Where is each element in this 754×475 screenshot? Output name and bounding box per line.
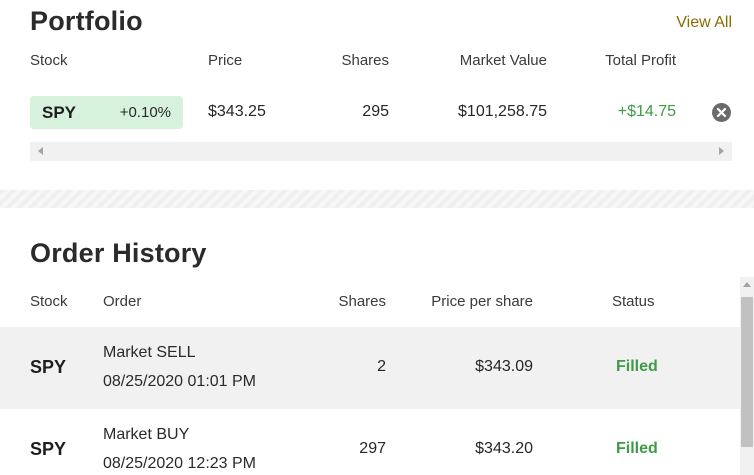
horizontal-scrollbar[interactable]: [30, 142, 732, 161]
col-header-shares: Shares: [341, 52, 389, 69]
col-header-market-value: Market Value: [459, 52, 547, 69]
order-col-header-status: Status: [612, 293, 655, 310]
scroll-up-arrow[interactable]: [743, 282, 751, 287]
order-shares: 2: [377, 358, 386, 375]
order-shares: 297: [359, 440, 386, 457]
holding-total-profit: +$14.75: [617, 103, 676, 120]
view-all-link[interactable]: View All: [676, 14, 732, 32]
order-type: Market SELL: [103, 344, 196, 361]
order-history-panel: Order History Stock Order Shares Price p…: [0, 208, 754, 475]
order-type: Market BUY: [103, 426, 190, 443]
col-header-price: Price: [208, 52, 243, 69]
status-badge: Filled: [616, 440, 658, 457]
order-symbol: SPY: [30, 439, 67, 459]
order-symbol: SPY: [30, 357, 67, 377]
order-col-header-stock: Stock: [30, 293, 68, 310]
scroll-left-arrow[interactable]: [38, 147, 43, 155]
stock-change: +0.10%: [119, 104, 171, 121]
order-datetime: 08/25/2020 01:01 PM: [103, 373, 257, 390]
col-header-stock: Stock: [30, 52, 68, 69]
order-history-title: Order History: [30, 238, 207, 268]
order-col-header-shares: Shares: [338, 293, 386, 310]
portfolio-title: Portfolio: [30, 6, 143, 36]
order-col-header-order: Order: [103, 293, 142, 310]
order-price: $343.20: [475, 440, 533, 457]
scroll-right-arrow[interactable]: [719, 147, 724, 155]
order-col-header-price-per-share: Price per share: [431, 293, 533, 310]
holding-market-value: $101,258.75: [458, 103, 547, 120]
status-badge: Filled: [616, 358, 658, 375]
section-divider: [0, 190, 754, 208]
scrollbar-thumb[interactable]: [741, 297, 753, 447]
close-circle-icon[interactable]: [712, 103, 731, 122]
table-row[interactable]: SPY Market BUY 08/25/2020 12:23 PM 297 $…: [0, 409, 740, 475]
holding-price: $343.25: [208, 103, 266, 120]
portfolio-panel: Portfolio View All Stock Price Shares Ma…: [0, 0, 754, 190]
order-datetime: 08/25/2020 12:23 PM: [103, 455, 257, 472]
col-header-total-profit: Total Profit: [605, 52, 676, 69]
vertical-scrollbar[interactable]: [740, 277, 754, 475]
order-price: $343.09: [475, 358, 533, 375]
holding-shares: 295: [362, 103, 389, 120]
stock-badge[interactable]: SPY +0.10%: [30, 96, 183, 129]
stock-symbol: SPY: [42, 103, 77, 122]
table-row[interactable]: SPY Market SELL 08/25/2020 01:01 PM 2 $3…: [0, 327, 740, 409]
